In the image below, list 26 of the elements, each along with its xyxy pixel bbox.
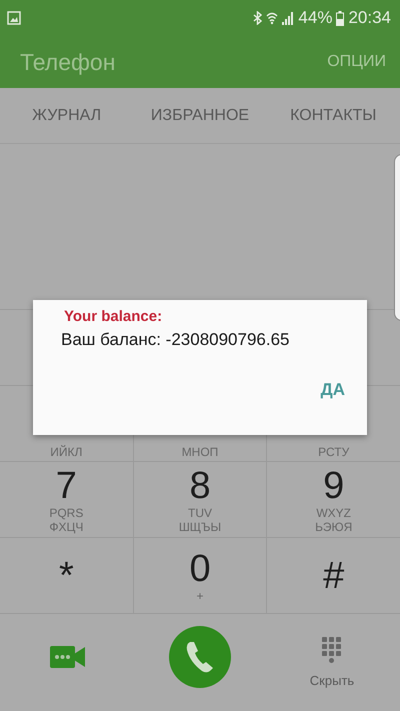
hide-keypad-button[interactable]: Скрыть: [297, 637, 367, 688]
phone-icon: [185, 640, 215, 674]
dial-key[interactable]: *: [0, 538, 133, 613]
dial-key[interactable]: 7 PQRS ФХЦЧ: [0, 462, 133, 537]
tab[interactable]: ЖУРНАЛ: [0, 88, 134, 143]
dialog-title: Your balance:: [64, 308, 162, 325]
ok-button[interactable]: ДА: [320, 380, 345, 400]
signal-icon: [282, 11, 294, 25]
dial-key[interactable]: 9 WXYZ ЬЭЮЯ: [266, 462, 400, 537]
dial-key[interactable]: 0 +: [132, 538, 266, 613]
bluetooth-icon: [253, 11, 262, 25]
app-title: Телефон: [20, 48, 116, 76]
options-button[interactable]: ОПЦИИ: [327, 53, 386, 71]
image-icon: [7, 11, 21, 25]
keypad-icon: [322, 637, 342, 665]
battery-percent: 44%: [298, 8, 332, 28]
clock: 20:34: [348, 8, 391, 28]
tab[interactable]: КОНТАКТЫ: [266, 88, 400, 143]
wifi-icon: [266, 11, 278, 25]
battery-icon: [336, 10, 344, 26]
dial-key[interactable]: 8 TUV ШЩЪЫ: [132, 462, 266, 537]
tab[interactable]: ИЗБРАННОЕ: [133, 88, 267, 143]
video-camera-icon: [50, 644, 86, 668]
dialog-message: Ваш баланс: -2308090796.65: [61, 330, 290, 350]
dial-key[interactable]: ИЙКЛ: [0, 386, 133, 461]
dial-key[interactable]: #: [266, 538, 400, 613]
